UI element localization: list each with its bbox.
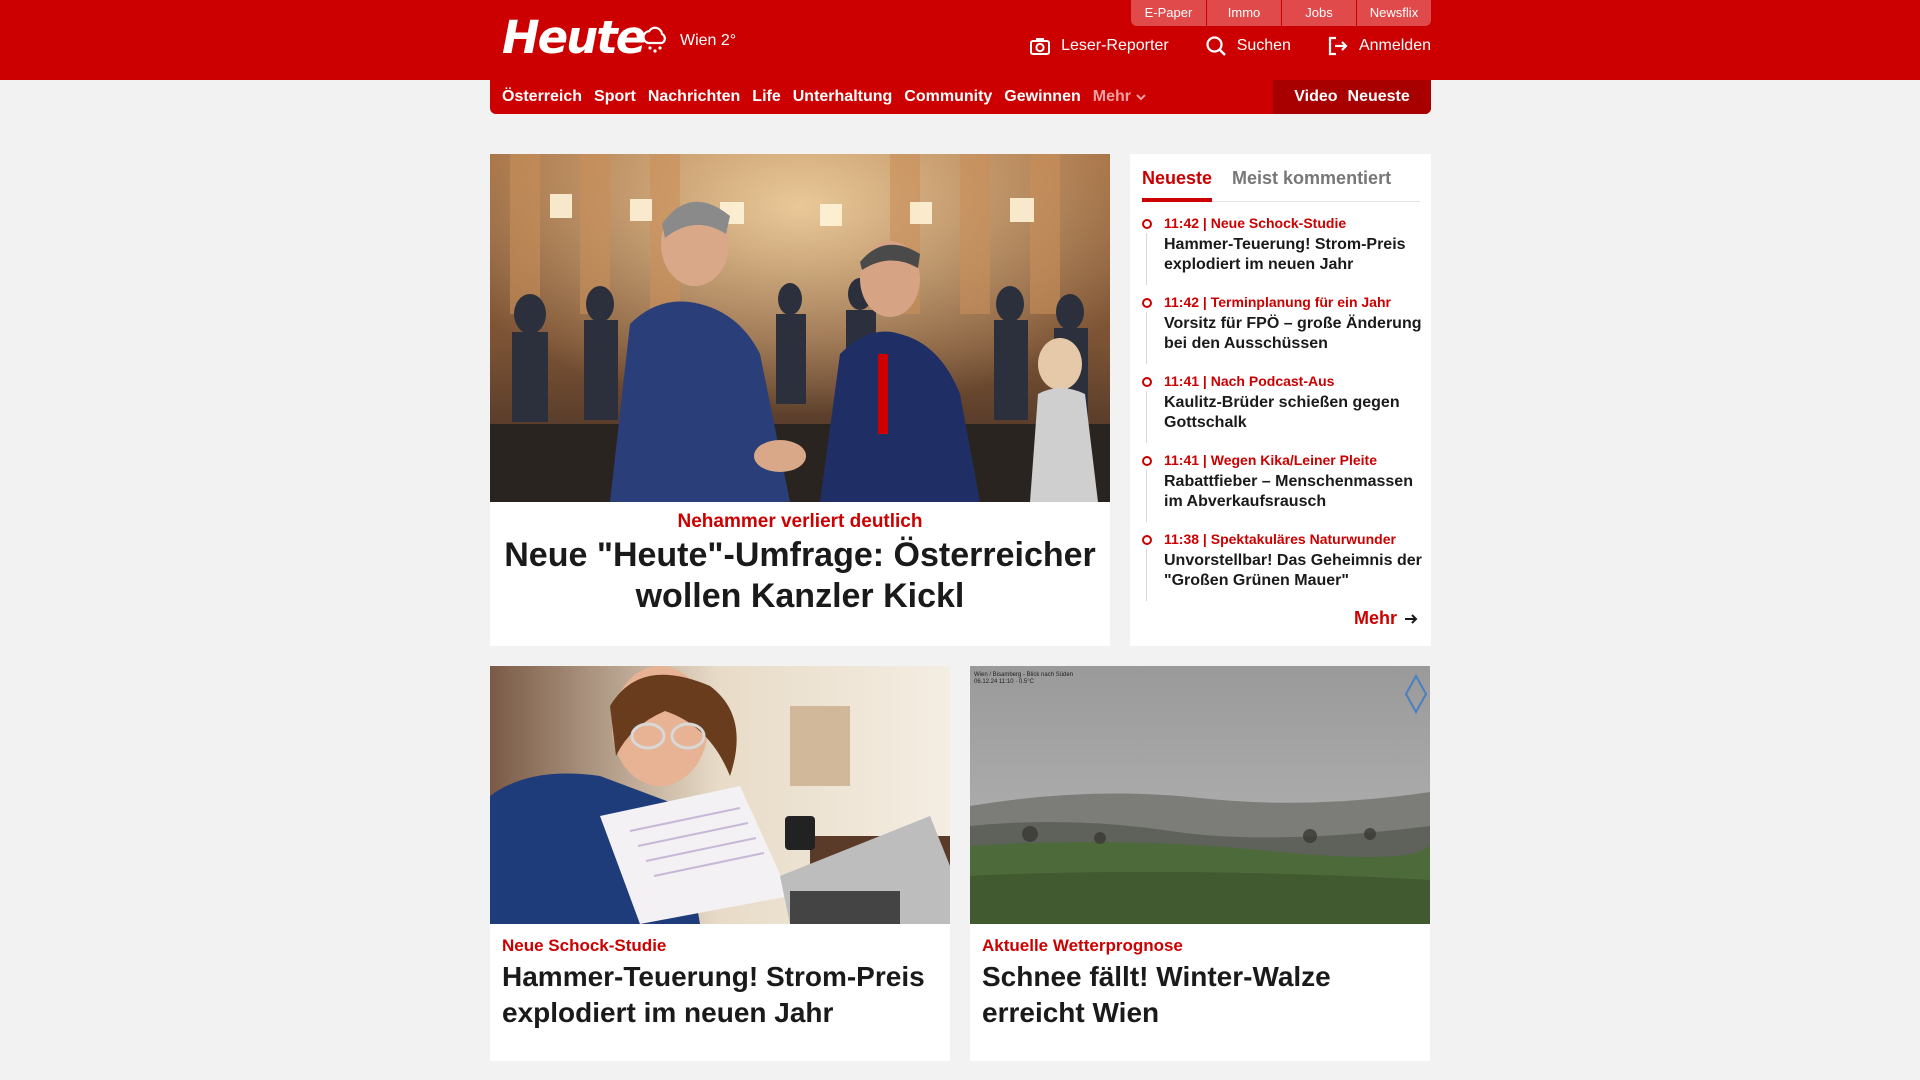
hero-article[interactable]: Nehammer verliert deutlich Neue "Heute"-… (490, 154, 1110, 646)
hero-title[interactable]: Neue "Heute"-Umfrage: Österreicher wolle… (500, 535, 1100, 617)
timeline-line (1146, 233, 1147, 285)
nav-more-dropdown[interactable]: Mehr (1093, 88, 1147, 106)
webcam-caption-line-1: Wien / Bisamberg - Blick nach Süden (974, 672, 1073, 678)
search-label: Suchen (1236, 37, 1291, 54)
list-item[interactable]: 11:41 | Wegen Kika/Leiner Pleite Rabattf… (1142, 451, 1422, 530)
timeline-dot (1142, 298, 1152, 308)
photo-woman-reading-bill (490, 666, 950, 924)
nav-items: Österreich Sport Nachrichten Life Unterh… (502, 80, 1147, 114)
news-headline: Kaulitz-Brüder schießen gegen Gottschalk (1164, 394, 1400, 431)
list-item[interactable]: 11:41 | Nach Podcast-Aus Kaulitz-Brüder … (1142, 372, 1422, 451)
article-image[interactable] (490, 666, 950, 924)
top-tab-newsflix[interactable]: Newsflix (1356, 0, 1431, 26)
latest-news-box: Neueste Meist kommentiert 11:42 | Neue S… (1130, 154, 1431, 646)
site-header: Heute Wien 2° E-Paper Immo Jobs Newsflix… (0, 0, 1920, 80)
article-title[interactable]: Hammer-Teuerung! Strom-Preis explodiert … (502, 959, 938, 1031)
hero-kicker: Nehammer verliert deutlich (677, 511, 923, 532)
snow-cloud-icon (642, 26, 666, 53)
hero-image[interactable] (490, 154, 1110, 502)
timeline-dot (1142, 535, 1152, 545)
top-tabs: E-Paper Immo Jobs Newsflix (1131, 0, 1431, 26)
nav-item-gewinnen[interactable]: Gewinnen (1004, 88, 1080, 106)
article-kicker: Aktuelle Wetterprognose (982, 936, 1183, 955)
arrow-right-icon (1405, 613, 1418, 624)
webcam-photo-foggy-landscape: Wien / Bisamberg - Blick nach Süden 06.1… (970, 666, 1430, 924)
news-headline: Hammer-Teuerung! Strom-Preis explodiert … (1164, 236, 1406, 273)
nav-item-community[interactable]: Community (904, 88, 992, 106)
login-label: Anmelden (1358, 37, 1431, 54)
login-icon (1328, 36, 1348, 56)
timeline-dot (1142, 377, 1152, 387)
more-news-label: Mehr (1353, 608, 1397, 628)
camera-icon (1030, 38, 1051, 55)
nav-video-link[interactable]: Video (1294, 88, 1337, 106)
site-logo[interactable]: Heute (502, 10, 646, 66)
nav-item-oesterreich[interactable]: Österreich (502, 88, 582, 106)
nav-more-label: Mehr (1092, 88, 1131, 105)
list-item[interactable]: 11:42 | Neue Schock-Studie Hammer-Teueru… (1142, 214, 1422, 293)
timeline-dot (1142, 219, 1152, 229)
news-headline: Unvorstellbar! Das Geheimnis der "Großen… (1164, 552, 1422, 589)
chevron-down-icon (1136, 94, 1146, 101)
news-meta: 11:42 | Terminplanung für ein Jahr (1164, 294, 1391, 310)
tab-meist-kommentiert[interactable]: Meist kommentiert (1232, 164, 1391, 202)
weather-text: Wien 2° (680, 32, 737, 49)
nav-item-life[interactable]: Life (752, 88, 780, 106)
news-headline: Rabattfieber – Menschenmassen im Abverka… (1164, 473, 1413, 510)
header-inner: Heute Wien 2° E-Paper Immo Jobs Newsflix… (490, 0, 1431, 80)
news-meta: 11:41 | Wegen Kika/Leiner Pleite (1164, 452, 1377, 468)
top-tab-epaper[interactable]: E-Paper (1131, 0, 1206, 26)
timeline-line (1146, 312, 1147, 364)
article-card[interactable]: Neue Schock-Studie Hammer-Teuerung! Stro… (490, 666, 950, 1061)
webcam-caption-line-2: 06.12.24 11:10 · 0.5°C (974, 679, 1035, 685)
more-news-link[interactable]: Mehr (1354, 608, 1419, 629)
leser-reporter-button[interactable]: Leser-Reporter (1029, 34, 1169, 58)
article-image[interactable]: Wien / Bisamberg - Blick nach Süden 06.1… (970, 666, 1430, 924)
hero-photo-politicians-handshake (490, 154, 1110, 502)
timeline-line (1146, 470, 1147, 522)
header-actions: Leser-Reporter Suchen Anmelden (1029, 34, 1431, 58)
news-tabs: Neueste Meist kommentiert (1142, 164, 1420, 202)
timeline-dot (1142, 456, 1152, 466)
top-tab-jobs[interactable]: Jobs (1281, 0, 1356, 26)
news-meta: 11:41 | Nach Podcast-Aus (1164, 373, 1335, 389)
nav-neueste-link[interactable]: Neueste (1348, 88, 1410, 106)
news-meta: 11:38 | Spektakuläres Naturwunder (1164, 531, 1396, 547)
top-tab-immo[interactable]: Immo (1206, 0, 1281, 26)
nav-item-nachrichten[interactable]: Nachrichten (648, 88, 740, 106)
article-kicker: Neue Schock-Studie (502, 936, 667, 955)
nav-item-sport[interactable]: Sport (594, 88, 636, 106)
nav-item-unterhaltung[interactable]: Unterhaltung (793, 88, 893, 106)
timeline-line (1146, 391, 1147, 443)
article-card[interactable]: Wien / Bisamberg - Blick nach Süden 06.1… (970, 666, 1430, 1061)
tab-neueste[interactable]: Neueste (1142, 164, 1213, 202)
timeline-line (1146, 549, 1147, 601)
search-icon (1206, 36, 1226, 56)
search-button[interactable]: Suchen (1205, 34, 1291, 58)
article-title[interactable]: Schnee fällt! Winter-Walze erreicht Wien (982, 959, 1418, 1031)
news-meta: 11:42 | Neue Schock-Studie (1164, 215, 1347, 231)
weather-widget[interactable]: Wien 2° (640, 26, 736, 56)
main-navigation: Österreich Sport Nachrichten Life Unterh… (490, 80, 1431, 114)
list-item[interactable]: 11:38 | Spektakuläres Naturwunder Unvors… (1142, 530, 1422, 609)
news-list: 11:42 | Neue Schock-Studie Hammer-Teueru… (1142, 214, 1422, 609)
news-headline: Vorsitz für FPÖ – große Änderung bei den… (1164, 315, 1422, 352)
leser-reporter-label: Leser-Reporter (1061, 37, 1169, 54)
nav-right-group: Video Neueste (1273, 80, 1431, 114)
list-item[interactable]: 11:42 | Terminplanung für ein Jahr Vorsi… (1142, 293, 1422, 372)
login-button[interactable]: Anmelden (1327, 34, 1431, 58)
